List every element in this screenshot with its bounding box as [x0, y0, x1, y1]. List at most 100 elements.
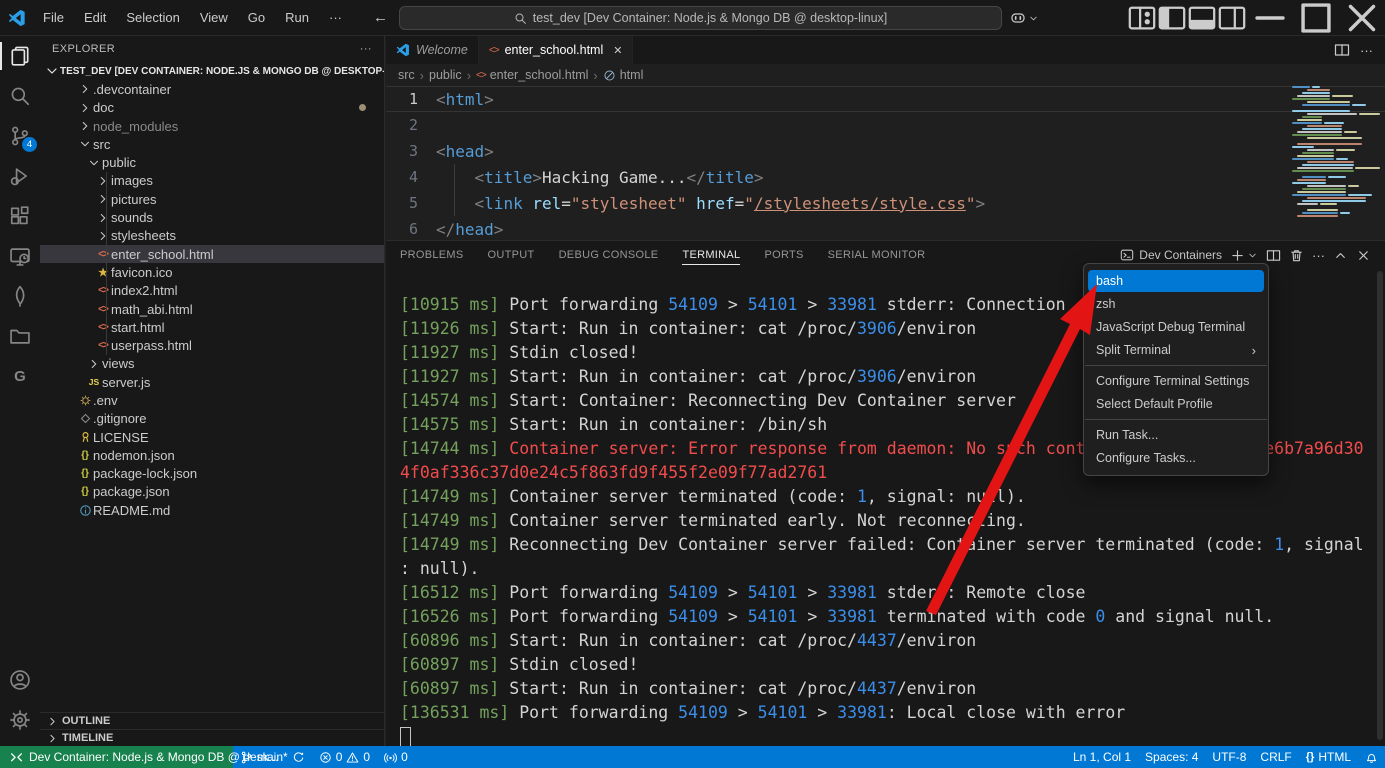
tree-item-stylesheets[interactable]: stylesheets: [40, 227, 384, 245]
problems-item[interactable]: 0 0: [312, 746, 377, 768]
split-terminal-icon[interactable]: [1266, 248, 1281, 263]
tab-enter-school-html[interactable]: <>enter_school.html✕: [479, 36, 634, 64]
minimize-icon[interactable]: [1247, 0, 1293, 36]
tree-item-start-html[interactable]: <>start.html: [40, 318, 384, 336]
tree-item-server-js[interactable]: JSserver.js: [40, 373, 384, 391]
tree-item-readme-md[interactable]: README.md: [40, 501, 384, 519]
tree-item-public[interactable]: public: [40, 153, 384, 171]
menu-item-run-task[interactable]: Run Task...: [1084, 424, 1268, 446]
terminal-profile-dropdown-icon[interactable]: [1247, 250, 1258, 261]
menu-view[interactable]: View: [191, 6, 237, 29]
tree-item-enter-school-html[interactable]: <>enter_school.html: [40, 245, 384, 263]
menu-item-bash[interactable]: bash: [1088, 270, 1264, 292]
activity-search-icon[interactable]: [0, 76, 40, 116]
panel-tab-serial-monitor[interactable]: SERIAL MONITOR: [828, 241, 926, 269]
panel-tab-debug-console[interactable]: DEBUG CONSOLE: [559, 241, 659, 269]
maximize-panel-icon[interactable]: [1333, 248, 1348, 263]
tree-item-license[interactable]: LICENSE: [40, 428, 384, 446]
explorer-more-icon[interactable]: ···: [360, 43, 372, 55]
panel-more-icon[interactable]: ···: [1312, 248, 1325, 263]
tree-item-node-modules[interactable]: node_modules: [40, 117, 384, 135]
kill-terminal-icon[interactable]: [1289, 248, 1304, 263]
notifications-bell[interactable]: [1358, 746, 1385, 768]
split-editor-icon[interactable]: [1334, 42, 1350, 58]
panel-tab-problems[interactable]: PROBLEMS: [400, 241, 464, 269]
remote-indicator[interactable]: Dev Container: Node.js & Mongo DB @ desk…: [0, 746, 233, 768]
breadcrumb-item-enter-school-html[interactable]: <>enter_school.html: [476, 68, 588, 82]
close-icon[interactable]: [1339, 0, 1385, 36]
tree-item-package-lock-json[interactable]: {}package-lock.json: [40, 465, 384, 483]
ports-item[interactable]: 0: [377, 746, 415, 768]
outline-section[interactable]: OUTLINE: [40, 712, 384, 729]
layout-sidebar-left-icon[interactable]: [1157, 3, 1187, 33]
tree-item-gitignore[interactable]: .gitignore: [40, 410, 384, 428]
activity-run-debug-icon[interactable]: [0, 156, 40, 196]
menu-edit[interactable]: Edit: [75, 6, 115, 29]
panel-tab-output[interactable]: OUTPUT: [488, 241, 535, 269]
menu-more-icon[interactable]: ···: [320, 6, 351, 29]
editor-more-icon[interactable]: ···: [1360, 43, 1373, 58]
terminal-scrollbar[interactable]: [1377, 271, 1383, 740]
activity-settings-icon[interactable]: [0, 700, 40, 740]
command-center-search[interactable]: test_dev [Dev Container: Node.js & Mongo…: [399, 6, 1002, 30]
breadcrumb-item-html[interactable]: html: [603, 68, 644, 82]
copilot-button[interactable]: [1010, 6, 1039, 30]
tree-item-doc[interactable]: doc: [40, 99, 384, 117]
branch-item[interactable]: main*: [233, 746, 312, 768]
tab-close-icon[interactable]: ✕: [613, 44, 622, 57]
tree-item-math-abi-html[interactable]: <>math_abi.html: [40, 300, 384, 318]
tree-item-pictures[interactable]: pictures: [40, 190, 384, 208]
tree-item-package-json[interactable]: {}package.json: [40, 483, 384, 501]
maximize-icon[interactable]: [1293, 0, 1339, 36]
activity-account-icon[interactable]: [0, 660, 40, 700]
tree-item-favicon-ico[interactable]: ★favicon.ico: [40, 263, 384, 281]
menu-item-javascript-debug-terminal[interactable]: JavaScript Debug Terminal: [1084, 316, 1268, 338]
terminal-instance-entry[interactable]: Dev Containers: [1120, 248, 1222, 262]
encoding[interactable]: UTF-8: [1205, 746, 1253, 768]
menu-item-configure-tasks[interactable]: Configure Tasks...: [1084, 447, 1268, 469]
panel-tab-ports[interactable]: PORTS: [764, 241, 803, 269]
menu-item-zsh[interactable]: zsh: [1084, 293, 1268, 315]
eol[interactable]: CRLF: [1253, 746, 1298, 768]
menu-item-split-terminal[interactable]: Split Terminal›: [1084, 339, 1268, 361]
activity-remote-explorer-icon[interactable]: [0, 236, 40, 276]
panel-tab-terminal[interactable]: TERMINAL: [682, 241, 740, 269]
close-panel-icon[interactable]: [1356, 248, 1371, 263]
timeline-section[interactable]: TIMELINE: [40, 729, 384, 746]
menu-selection[interactable]: Selection: [117, 6, 188, 29]
tree-item-devcontainer[interactable]: .devcontainer: [40, 80, 384, 98]
tab-welcome[interactable]: Welcome: [386, 36, 479, 64]
tree-item-images[interactable]: images: [40, 172, 384, 190]
tree-item-sounds[interactable]: sounds: [40, 208, 384, 226]
layout-panel-icon[interactable]: [1187, 3, 1217, 33]
layout-customize-icon[interactable]: [1127, 3, 1157, 33]
activity-containers-icon[interactable]: [0, 316, 40, 356]
menu-file[interactable]: File: [34, 6, 73, 29]
language-mode[interactable]: {} HTML: [1299, 746, 1358, 768]
tree-item-env[interactable]: .env: [40, 391, 384, 409]
back-arrow-icon[interactable]: ←: [373, 9, 388, 26]
menu-item-select-default-profile[interactable]: Select Default Profile: [1084, 393, 1268, 415]
cursor-position[interactable]: Ln 1, Col 1: [1066, 746, 1138, 768]
menu-run[interactable]: Run: [276, 6, 318, 29]
tree-item-nodemon-json[interactable]: {}nodemon.json: [40, 446, 384, 464]
tree-item-views[interactable]: views: [40, 355, 384, 373]
minimap[interactable]: [1292, 86, 1380, 236]
activity-source-control-icon[interactable]: 4: [0, 116, 40, 156]
activity-gitlens-icon[interactable]: G: [0, 356, 40, 396]
tree-item-userpass-html[interactable]: <>userpass.html: [40, 336, 384, 354]
activity-explorer-icon[interactable]: [0, 36, 40, 76]
breadcrumb-item-public[interactable]: public: [429, 68, 462, 82]
activity-extensions-icon[interactable]: [0, 196, 40, 236]
indentation[interactable]: Spaces: 4: [1138, 746, 1205, 768]
tree-item-index2-html[interactable]: <>index2.html: [40, 282, 384, 300]
code-editor[interactable]: 1<html>23<head>4 <title>Hacking Game...<…: [386, 86, 1385, 240]
tree-item-src[interactable]: src: [40, 135, 384, 153]
menu-go[interactable]: Go: [239, 6, 274, 29]
menu-item-configure-terminal-settings[interactable]: Configure Terminal Settings: [1084, 370, 1268, 392]
layout-sidebar-right-icon[interactable]: [1217, 3, 1247, 33]
activity-mongodb-icon[interactable]: [0, 276, 40, 316]
breadcrumb-item-src[interactable]: src: [398, 68, 415, 82]
new-terminal-button[interactable]: [1230, 248, 1245, 263]
tree-root-folder[interactable]: TEST_DEV [DEV CONTAINER: NODE.JS & MONGO…: [40, 62, 384, 80]
